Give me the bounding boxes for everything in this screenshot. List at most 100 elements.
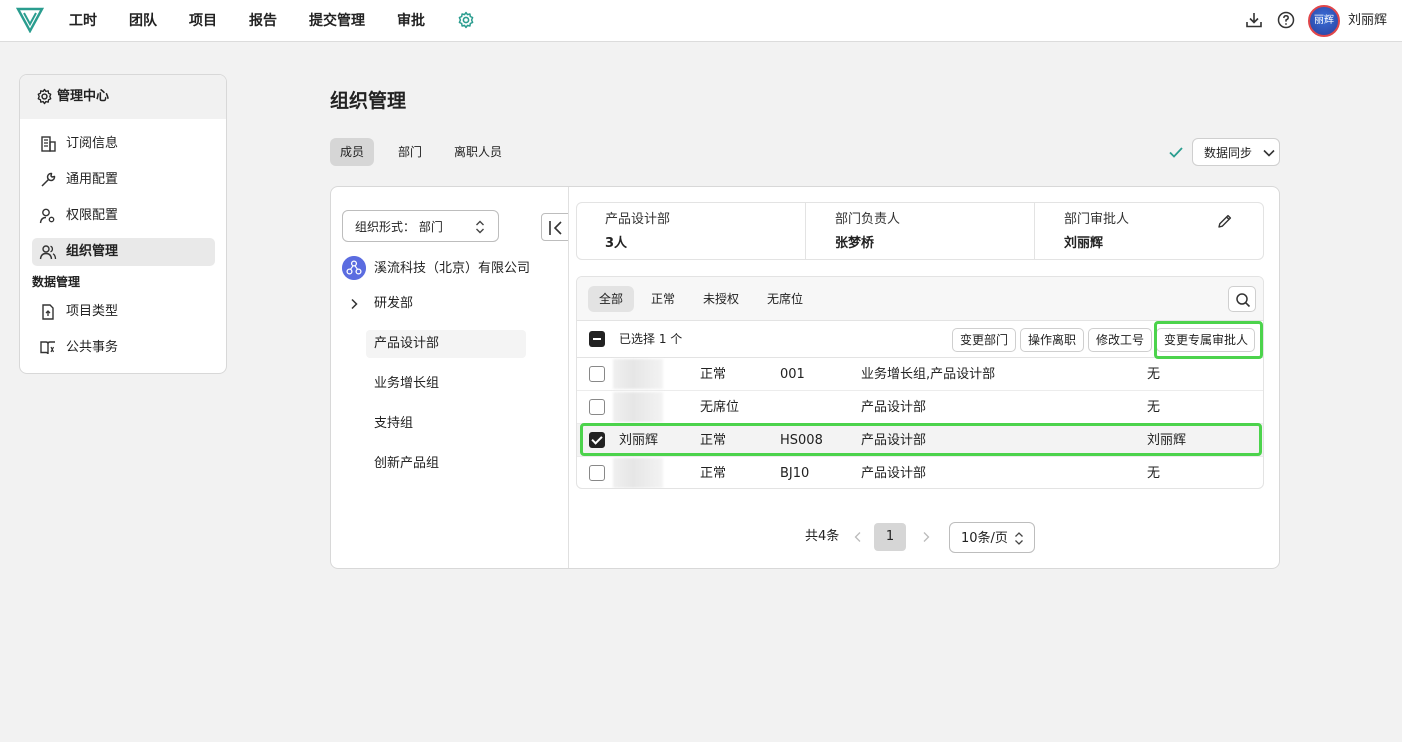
- table-row[interactable]: 正常 001 业务增长组,产品设计部 无: [577, 358, 1263, 391]
- nav-item-submissions[interactable]: 提交管理: [309, 11, 365, 31]
- dept-leader: 张梦桥: [835, 236, 875, 251]
- cell-department: 产品设计部: [861, 400, 927, 415]
- change-department-button[interactable]: 变更部门: [952, 328, 1017, 352]
- collapse-panel-button[interactable]: [541, 213, 569, 241]
- panel-divider: [568, 187, 569, 568]
- blurred-name: [613, 458, 663, 488]
- check-icon: [1169, 147, 1183, 158]
- user-key-icon: [39, 208, 55, 224]
- nav-item-approvals[interactable]: 审批: [397, 11, 425, 31]
- tree-item-support[interactable]: 支持组: [374, 415, 413, 433]
- sidebar-item-general-config[interactable]: 通用配置: [32, 166, 215, 194]
- table-row[interactable]: 正常 BJ10 产品设计部 无: [577, 457, 1263, 488]
- search-button[interactable]: [1228, 286, 1256, 312]
- org-form-select[interactable]: 组织形式： 部门: [342, 210, 499, 242]
- tree-item-innovation[interactable]: 创新产品组: [374, 455, 439, 473]
- sidebar-header: 管理中心: [20, 75, 226, 119]
- users-icon: [39, 245, 57, 260]
- cell-approver: 无: [1147, 400, 1161, 415]
- row-checkbox[interactable]: [589, 366, 605, 382]
- pagination-total: 共4条: [805, 529, 840, 544]
- tab-departments[interactable]: 部门: [388, 138, 432, 166]
- filter-unauthorized[interactable]: 未授权: [692, 286, 750, 312]
- sidebar-item-public-affairs[interactable]: 公共事务: [32, 334, 215, 362]
- edit-pencil-icon[interactable]: [1217, 213, 1233, 229]
- cell-status: 正常: [700, 466, 727, 481]
- nav-item-projects[interactable]: 项目: [189, 11, 217, 31]
- sidebar-item-project-types[interactable]: 项目类型: [32, 298, 215, 326]
- sidebar-item-label: 项目类型: [66, 304, 119, 319]
- sidebar-item-org-management[interactable]: 组织管理: [32, 238, 215, 266]
- department-info: 产品设计部 3人 部门负责人 张梦桥 部门审批人 刘丽辉: [576, 202, 1264, 260]
- tree-item-growth[interactable]: 业务增长组: [374, 375, 439, 393]
- cell-approver: 无: [1147, 367, 1161, 382]
- search-icon: [1236, 293, 1251, 308]
- cell-employee-id: BJ10: [780, 466, 810, 481]
- nav-item-hours[interactable]: 工时: [69, 11, 97, 31]
- dept-approver-label: 部门审批人: [1064, 212, 1130, 227]
- logo-icon[interactable]: [16, 7, 44, 33]
- company-icon: [342, 256, 366, 280]
- blurred-name: [613, 392, 663, 422]
- sidebar-item-label: 通用配置: [66, 172, 119, 187]
- sidebar-group-label: 数据管理: [32, 275, 81, 289]
- dept-member-count: 3人: [605, 236, 628, 251]
- sidebar-item-label: 权限配置: [66, 208, 119, 223]
- chevron-right-icon[interactable]: [348, 298, 360, 310]
- cell-status: 无席位: [700, 400, 740, 415]
- row-checkbox[interactable]: [589, 465, 605, 481]
- top-nav-bar: 工时 团队 项目 报告 提交管理 审批 丽辉 刘丽辉: [0, 0, 1402, 42]
- gear-icon: [37, 88, 52, 105]
- sidebar-title: 管理中心: [57, 89, 110, 104]
- nav-item-team[interactable]: 团队: [129, 11, 157, 31]
- page-title: 组织管理: [330, 90, 407, 112]
- select-all-checkbox[interactable]: [589, 331, 605, 347]
- chevron-right-icon[interactable]: [921, 531, 931, 543]
- data-sync-button[interactable]: 数据同步: [1192, 138, 1280, 166]
- pagination-current-page[interactable]: 1: [874, 523, 906, 551]
- user-name[interactable]: 刘丽辉: [1348, 12, 1387, 30]
- filter-all[interactable]: 全部: [588, 286, 635, 312]
- collapse-left-icon: [549, 221, 562, 235]
- cell-department: 业务增长组,产品设计部: [861, 367, 996, 382]
- company-name[interactable]: 溪流科技（北京）有限公司: [374, 260, 530, 278]
- user-avatar[interactable]: 丽辉: [1308, 5, 1340, 37]
- filter-normal[interactable]: 正常: [640, 286, 686, 312]
- tab-resigned[interactable]: 离职人员: [444, 138, 512, 166]
- dept-name: 产品设计部: [605, 212, 671, 227]
- sidebar-item-subscription[interactable]: 订阅信息: [32, 130, 215, 158]
- members-table: 全部 正常 未授权 无席位 已选择 1 个 变更部门 操作离职 修改工号 变更专…: [576, 276, 1264, 489]
- sidebar-item-label: 订阅信息: [66, 136, 119, 151]
- cell-approver: 无: [1147, 466, 1161, 481]
- help-icon[interactable]: [1277, 11, 1295, 29]
- dept-approver: 刘丽辉: [1064, 236, 1104, 251]
- cell-employee-id: 001: [780, 367, 805, 382]
- cell-department: 产品设计部: [861, 466, 927, 481]
- page-size-select[interactable]: 10条/页: [949, 522, 1035, 553]
- tree-item-rd[interactable]: 研发部: [374, 295, 413, 313]
- sidebar-item-permissions[interactable]: 权限配置: [32, 202, 215, 230]
- updown-chevron-icon: [476, 220, 484, 234]
- filter-no-seat[interactable]: 无席位: [756, 286, 814, 312]
- wrench-icon: [41, 172, 56, 187]
- tree-item-product-design[interactable]: 产品设计部: [374, 335, 439, 353]
- admin-sidebar: 管理中心 订阅信息 通用配置 权限配置 组织管理 数据管理 项目类型 公共事务: [19, 74, 227, 374]
- file-upload-icon: [42, 304, 54, 320]
- org-management-panel: 组织形式： 部门 溪流科技（北京）有限公司 研发部 产品设计部 业务增长组 支持…: [330, 186, 1280, 569]
- tab-members[interactable]: 成员: [330, 138, 375, 166]
- data-sync-label: 数据同步: [1204, 146, 1253, 160]
- table-row[interactable]: 无席位 产品设计部 无: [577, 391, 1263, 424]
- process-resignation-button[interactable]: 操作离职: [1020, 328, 1085, 352]
- chevron-left-icon[interactable]: [853, 531, 863, 543]
- sidebar-item-label: 公共事务: [66, 340, 119, 355]
- row-checkbox[interactable]: [589, 399, 605, 415]
- info-divider: [805, 203, 806, 259]
- edit-employee-id-button[interactable]: 修改工号: [1088, 328, 1153, 352]
- info-divider: [1034, 203, 1035, 259]
- building-icon: [41, 136, 56, 152]
- chevron-down-icon: [1263, 149, 1275, 157]
- highlight-box: [580, 423, 1262, 456]
- download-icon[interactable]: [1245, 11, 1263, 29]
- nav-item-reports[interactable]: 报告: [249, 11, 277, 31]
- settings-gear-icon[interactable]: [457, 11, 475, 29]
